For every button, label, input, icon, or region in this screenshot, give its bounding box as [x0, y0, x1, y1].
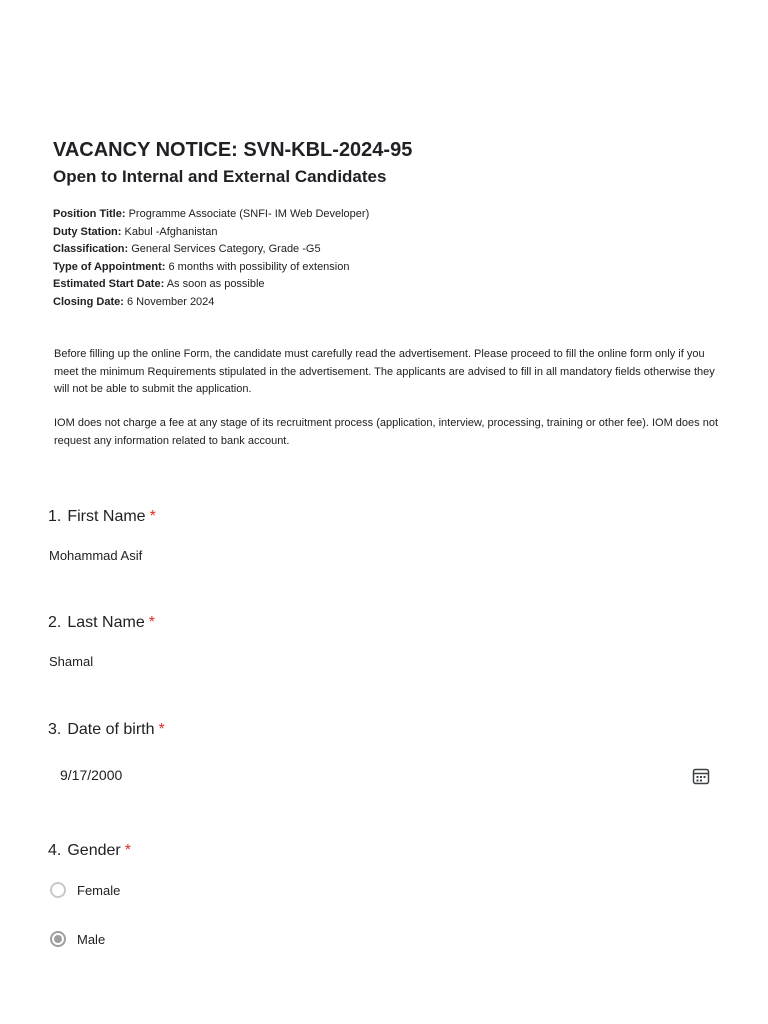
question-number: 2. [48, 614, 62, 631]
date-of-birth-field[interactable]: 9/17/2000 [49, 760, 715, 792]
required-asterisk: * [148, 614, 155, 631]
vacancy-info: Position Title: Programme Associate (SNF… [53, 206, 369, 311]
radio-dot [54, 935, 62, 943]
info-value: As soon as possible [166, 278, 265, 290]
info-value: 6 November 2024 [126, 295, 215, 308]
vacancy-code: SVN-KBL-2024-95 [243, 139, 413, 161]
info-label: Position Title: [53, 208, 126, 220]
page-header: VACANCY NOTICE: SVN-KBL-2024-95 Open to … [53, 138, 733, 188]
radio-button[interactable] [50, 882, 66, 898]
info-row-appointment: Type of Appointment: 6 months with possi… [53, 259, 369, 277]
info-row-closing-date: Closing Date: 6 November 2024 [53, 294, 369, 312]
instructions-paragraph: Before filling up the online Form, the c… [54, 348, 715, 395]
info-label: Duty Station: [53, 225, 122, 238]
option-label: Male [77, 931, 106, 947]
question-label: Last Name [67, 614, 145, 631]
info-row-start-date: Estimated Start Date: As soon as possibl… [53, 276, 369, 294]
last-name-field[interactable]: Shamal [49, 654, 93, 669]
info-row-position: Position Title: Programme Associate (SNF… [53, 206, 369, 224]
required-asterisk: * [158, 721, 165, 738]
gender-option-male[interactable]: Male [50, 931, 105, 947]
question-number: 1. [48, 508, 62, 525]
info-value: Kabul -Afghanistan [124, 225, 218, 238]
question-label: Date of birth [67, 721, 155, 738]
fee-notice-paragraph: IOM does not charge a fee at any stage o… [54, 417, 719, 447]
question-number: 3. [48, 721, 62, 738]
page-title: VACANCY NOTICE: SVN-KBL-2024-95 [53, 138, 733, 162]
question-first-name: 1. First Name * [48, 508, 156, 526]
title-prefix: VACANCY NOTICE: [53, 139, 238, 161]
required-asterisk: * [149, 508, 156, 525]
info-label: Estimated Start Date: [53, 278, 165, 290]
radio-button-selected[interactable] [50, 931, 66, 947]
info-label: Closing Date: [53, 295, 124, 308]
info-label: Classification: [53, 243, 129, 255]
info-value: Programme Associate (SNFI- IM Web Develo… [128, 208, 370, 220]
date-of-birth-value[interactable]: 9/17/2000 [60, 767, 122, 783]
option-label: Female [77, 882, 121, 898]
question-last-name: 2. Last Name * [48, 614, 155, 632]
question-label: First Name [67, 508, 146, 525]
question-label: Gender [67, 842, 121, 859]
info-value: General Services Category, Grade -G5 [131, 243, 321, 255]
page-subtitle: Open to Internal and External Candidates [53, 167, 387, 186]
info-value: 6 months with possibility of extension [168, 260, 350, 273]
info-row-duty-station: Duty Station: Kabul -Afghanistan [53, 224, 369, 242]
gender-option-female[interactable]: Female [50, 882, 120, 898]
question-number: 4. [48, 842, 62, 859]
first-name-field[interactable]: Mohammad Asif [49, 548, 142, 563]
info-label: Type of Appointment: [53, 260, 166, 273]
calendar-icon[interactable] [691, 766, 711, 786]
question-gender: 4. Gender * [48, 842, 131, 860]
question-date-of-birth: 3. Date of birth * [48, 721, 165, 739]
info-row-classification: Classification: General Services Categor… [53, 241, 369, 259]
required-asterisk: * [124, 842, 131, 859]
